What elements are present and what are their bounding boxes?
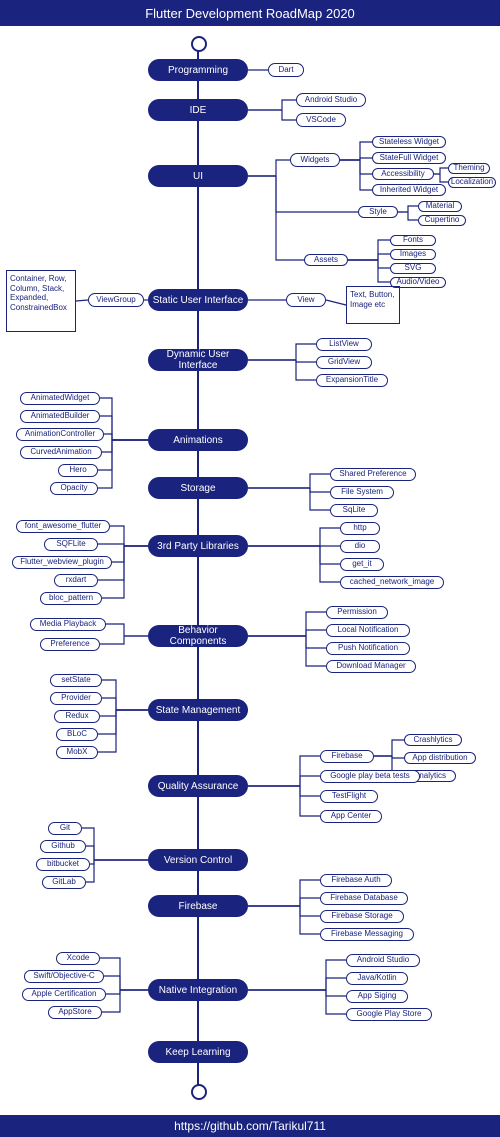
chip-mobx: MobX xyxy=(56,746,98,759)
note: Container, Row, Column, Stack, Expanded,… xyxy=(6,270,76,332)
chip-statefull-widget: StateFull Widget xyxy=(372,152,446,164)
chip-android-studio: Android Studio xyxy=(346,954,420,967)
chip-stateless-widget: Stateless Widget xyxy=(372,136,446,148)
chip-provider: Provider xyxy=(50,692,102,705)
main-storage: Storage xyxy=(148,477,248,499)
chip-svg: SVG xyxy=(390,263,436,274)
chip-android-studio: Android Studio xyxy=(296,93,366,107)
chip-assets: Assets xyxy=(304,254,348,266)
chip-listview: ListView xyxy=(316,338,372,351)
main-keep: Keep Learning xyxy=(148,1041,248,1063)
chip-sqflite: SQFLite xyxy=(44,538,98,551)
chip-font-awesome-flutter: font_awesome_flutter xyxy=(16,520,110,533)
chip-gridview: GridView xyxy=(316,356,372,369)
chip-animatedwidget: AnimatedWidget xyxy=(20,392,100,405)
chip-dart: Dart xyxy=(268,63,304,77)
chip-rxdart: rxdart xyxy=(54,574,98,587)
chip-local-notification: Local Notification xyxy=(326,624,410,637)
chip-accessibility: Accessibility xyxy=(372,168,434,180)
chip-firebase-database: Firebase Database xyxy=(320,892,408,905)
chip-theming: Theming xyxy=(448,163,490,174)
chip-app-center: App Center xyxy=(320,810,382,823)
chip-xcode: Xcode xyxy=(56,952,100,965)
chip-testflight: TestFlight xyxy=(320,790,378,803)
chip-download-manager: Download Manager xyxy=(326,660,416,673)
main-animations: Animations xyxy=(148,429,248,451)
chip-opacity: Opacity xyxy=(50,482,98,495)
chip-gitlab: GitLab xyxy=(42,876,86,889)
chip-push-notification: Push Notification xyxy=(326,642,410,655)
chip-github: Github xyxy=(40,840,86,853)
chip-firebase: Firebase xyxy=(320,750,374,763)
chip-setstate: setState xyxy=(50,674,102,687)
chip-appstore: AppStore xyxy=(48,1006,102,1019)
chip-viewgroup: ViewGroup xyxy=(88,293,144,307)
chip-expansiontitle: ExpansionTitle xyxy=(316,374,388,387)
main-programming: Programming xyxy=(148,59,248,81)
chip-fonts: Fonts xyxy=(390,235,436,246)
chip-vscode: VSCode xyxy=(296,113,346,127)
chip-apple-certification: Apple Certification xyxy=(22,988,106,1001)
chip-bitbucket: bitbucket xyxy=(36,858,90,871)
chip-cached-network-image: cached_network_image xyxy=(340,576,444,589)
main-native: Native Integration xyxy=(148,979,248,1001)
chip-firebase-auth: Firebase Auth xyxy=(320,874,392,887)
chip-bloc: BLoC xyxy=(56,728,98,741)
main-vcs: Version Control xyxy=(148,849,248,871)
chip-widgets: Widgets xyxy=(290,153,340,167)
chip-hero: Hero xyxy=(58,464,98,477)
chip-app-siging: App Siging xyxy=(346,990,408,1003)
footer-bar: https://github.com/Tarikul711 xyxy=(0,1115,500,1137)
chip-media-playback: Media Playback xyxy=(30,618,106,631)
chip-material: Material xyxy=(418,201,462,212)
chip-file-system: File System xyxy=(330,486,394,499)
main-qa: Quality Assurance xyxy=(148,775,248,797)
chip-curvedanimation: CurvedAnimation xyxy=(20,446,102,459)
chip-animatedbuilder: AnimatedBuilder xyxy=(20,410,100,423)
chip-inherited-widget: Inherited Widget xyxy=(372,184,446,196)
chip-style: Style xyxy=(358,206,398,218)
chip-shared-preference: Shared Preference xyxy=(330,468,416,481)
main-ide: IDE xyxy=(148,99,248,121)
chip-cupertino: Cupertino xyxy=(418,215,466,226)
main-firebase: Firebase xyxy=(148,895,248,917)
main-static-ui: Static User Interface xyxy=(148,289,248,311)
chip-java-kotlin: Java/Kotlin xyxy=(346,972,408,985)
chip-http: http xyxy=(340,522,380,535)
chip-flutter-webview-plugin: Flutter_webview_plugin xyxy=(12,556,112,569)
chip-bloc-pattern: bloc_pattern xyxy=(40,592,102,605)
main-dynamic-ui: Dynamic User Interface xyxy=(148,349,248,371)
roadmap-canvas: Flutter Development RoadMap 2020 Program… xyxy=(0,0,500,1137)
chip-dio: dio xyxy=(340,540,380,553)
chip-crashlytics: Crashlytics xyxy=(404,734,462,746)
note: Text, Button, Image etc xyxy=(346,286,400,324)
main-third-party: 3rd Party Libraries xyxy=(148,535,248,557)
main-behavior: Behavior Components xyxy=(148,625,248,647)
chip-get-it: get_it xyxy=(340,558,384,571)
chip-images: Images xyxy=(390,249,436,260)
chip-permission: Permission xyxy=(326,606,388,619)
chip-animationcontroller: AnimationController xyxy=(16,428,104,441)
chip-swift-objective-c: Swift/Objective-C xyxy=(24,970,104,983)
chip-firebase-messaging: Firebase Messaging xyxy=(320,928,414,941)
chip-google-play-store: Google Play Store xyxy=(346,1008,432,1021)
chip-preference: Preference xyxy=(40,638,100,651)
main-ui: UI xyxy=(148,165,248,187)
chip-sqlite: SqLite xyxy=(330,504,378,517)
chip-git: Git xyxy=(48,822,82,835)
chip-redux: Redux xyxy=(54,710,100,723)
chip-firebase-storage: Firebase Storage xyxy=(320,910,404,923)
main-state: State Management xyxy=(148,699,248,721)
chip-app-distribution: App distribution xyxy=(404,752,476,764)
chip-google-play-beta-tests: Google play beta tests xyxy=(320,770,420,783)
chip-view: View xyxy=(286,293,326,307)
chip-localization: Localization xyxy=(448,177,496,188)
footer-link[interactable]: https://github.com/Tarikul711 xyxy=(174,1119,326,1133)
